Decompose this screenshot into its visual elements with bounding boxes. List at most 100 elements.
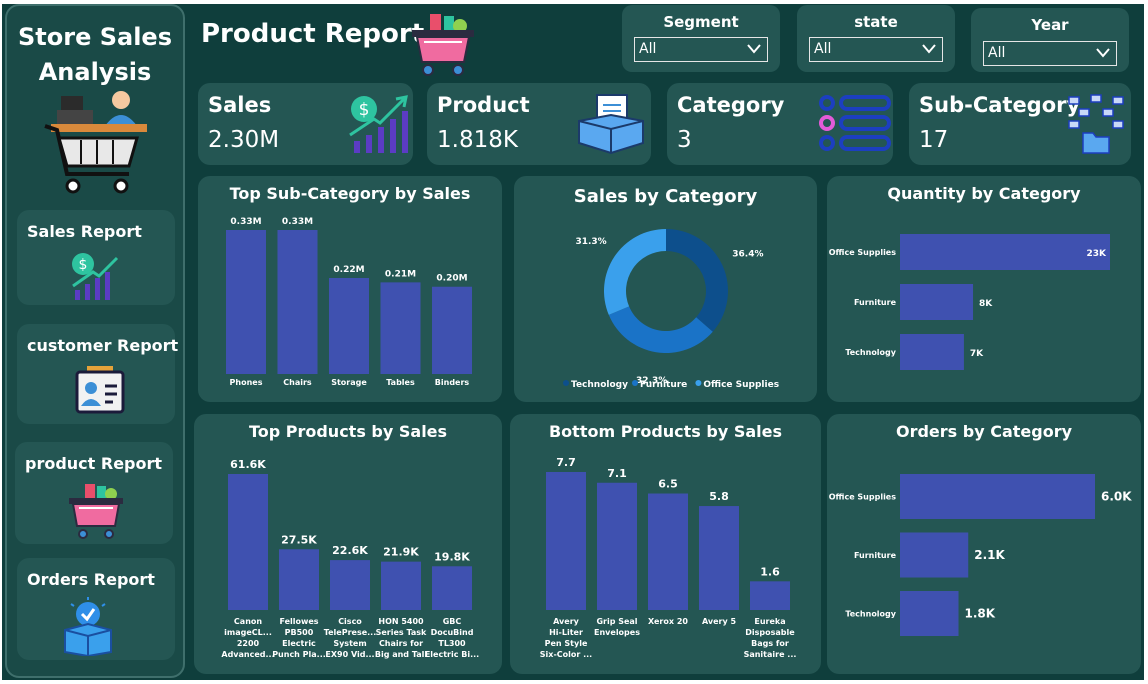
sidebar: Store Sales Analysis Sales Report $ cust…: [5, 4, 185, 678]
data-label: 6.0K: [1101, 490, 1132, 504]
data-label: 7K: [970, 349, 984, 359]
shopping-basket-icon: [412, 14, 474, 76]
legend-marker: [695, 380, 702, 386]
bar: [900, 591, 959, 636]
data-label: 61.6K: [230, 458, 266, 471]
data-label: 21.9K: [383, 546, 419, 559]
tick-label: Sanitaire ...: [744, 650, 797, 659]
category-list-icon: [819, 95, 891, 151]
product-box-icon: [578, 94, 644, 155]
tick-label: TL300: [438, 639, 466, 648]
bar: [228, 474, 268, 610]
shopping-basket-icon: [69, 484, 123, 539]
bar: [329, 278, 369, 374]
data-label: 5.8: [709, 490, 729, 503]
tick-label: TelePrese...: [324, 628, 377, 637]
legend-marker: [632, 380, 638, 386]
sidebar-item-product-report[interactable]: product Report: [15, 442, 173, 544]
sidebar-title: Store Sales Analysis: [18, 23, 172, 86]
bar: [900, 532, 969, 578]
bar: [381, 561, 421, 610]
tick-label: Technology: [845, 610, 896, 619]
quantity-by-category-chart: Quantity by Category Office Supplies 23K F…: [827, 176, 1141, 402]
data-label: 1.6: [760, 565, 780, 578]
bar: [432, 566, 472, 610]
sub-category-card: Sub-Category 17: [909, 83, 1131, 165]
tick-label: Eureka: [754, 617, 785, 626]
bar: [277, 230, 318, 374]
tick-label: Avery: [553, 617, 579, 626]
sidebar-item-customer-report[interactable]: customer Report: [17, 324, 178, 424]
bar: [226, 230, 266, 374]
sidebar-item-sales-report[interactable]: Sales Report $: [17, 210, 175, 305]
year-dropdown[interactable]: All: [983, 41, 1117, 66]
data-label: 31.3%: [575, 237, 606, 247]
bar: [648, 493, 688, 610]
tick-label: Envelopes: [594, 628, 640, 637]
data-label: 7.7: [556, 456, 576, 469]
tick-label: EX90 Vid...: [325, 650, 374, 659]
tick-label: Six-Color ...: [540, 650, 592, 659]
id-card-icon: [75, 366, 125, 414]
bar: [432, 286, 472, 374]
data-label: 7.1: [607, 467, 627, 480]
category-card: Category 3: [667, 83, 893, 165]
tick-label: Advanced...: [221, 650, 274, 659]
sales-growth-icon: $: [349, 95, 408, 153]
legend-label: Furniture: [640, 380, 687, 390]
bottom-products-chart: Bottom Products by Sales 7.7 Avery Hi-Lite…: [510, 414, 821, 674]
year-slicer: Year All: [971, 8, 1129, 72]
tick-label: Series Task: [376, 628, 427, 637]
sidebar-item-orders-report[interactable]: Orders Report: [17, 558, 175, 660]
data-label: 6.5: [658, 478, 678, 491]
bar: [380, 282, 421, 374]
tick-label: Phones: [230, 378, 263, 387]
bar: [279, 549, 319, 610]
tick-label: Xerox 20: [648, 617, 688, 626]
state-slicer: state All: [797, 5, 955, 72]
bar: [699, 506, 739, 610]
segment-dropdown[interactable]: All: [634, 37, 768, 62]
tick-label: Punch Pla...: [272, 650, 326, 659]
tick-label: Fellowes: [279, 617, 318, 626]
chevron-down-icon: [1096, 48, 1110, 58]
orders-by-category-chart: Orders by Category Office Supplies 6.0K Fu…: [827, 414, 1141, 674]
tick-label: Canon: [234, 617, 262, 626]
page-title: Product Report: [201, 19, 425, 49]
tick-label: Office Supplies: [829, 248, 896, 257]
state-dropdown[interactable]: All: [809, 37, 943, 62]
tick-label: Electric: [282, 639, 316, 648]
bar: [330, 560, 370, 610]
tick-label: Technology: [845, 348, 896, 357]
tick-label: 2200: [237, 639, 260, 648]
svg-text:$: $: [359, 100, 370, 120]
pie-slice: [666, 229, 728, 332]
folder-tree-icon: [1068, 94, 1124, 154]
data-label: 0.33M: [230, 217, 261, 227]
data-label: 0.33M: [282, 217, 313, 227]
bar: [900, 334, 964, 370]
tick-label: HON 5400: [378, 617, 424, 626]
data-label: 36.4%: [732, 250, 763, 260]
tick-label: DocuBind: [431, 628, 474, 637]
product-card: Product 1.818K: [427, 83, 651, 165]
order-box-icon: [64, 597, 112, 656]
chevron-down-icon: [747, 44, 761, 54]
tick-label: Furniture: [854, 551, 897, 560]
tick-label: Chairs for: [379, 639, 423, 648]
tick-label: Avery 5: [702, 617, 736, 626]
segment-slicer: Segment All: [622, 5, 780, 72]
tick-label: Storage: [331, 378, 367, 387]
data-label: 19.8K: [434, 550, 470, 563]
bar: [546, 472, 586, 610]
sales-growth-icon: $: [72, 253, 119, 300]
tick-label: Binders: [435, 378, 470, 387]
data-label: 23K: [1087, 249, 1108, 259]
tick-label: Electric Bi...: [425, 650, 479, 659]
legend-label: Technology: [571, 380, 628, 390]
tick-label: Pen Style: [545, 639, 588, 648]
data-label: 8K: [979, 299, 993, 309]
top-subcategory-chart: Top Sub-Category by Sales 0.33M Phones 0.3…: [198, 176, 502, 402]
data-label: 1.8K: [965, 607, 996, 621]
tick-label: Cisco: [338, 617, 362, 626]
